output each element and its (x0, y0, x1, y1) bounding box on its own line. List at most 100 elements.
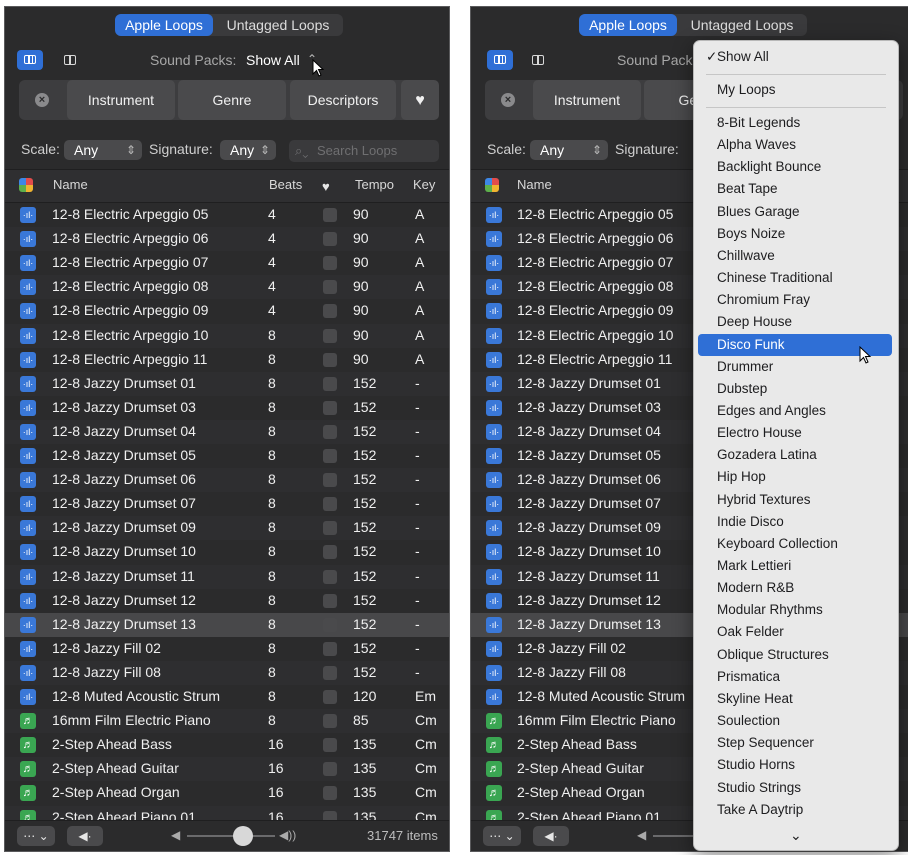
column-view-icon-button[interactable] (57, 50, 83, 70)
favorite-checkbox[interactable] (323, 424, 337, 439)
scale-popup[interactable]: Any ⇕ (64, 140, 142, 160)
table-row[interactable]: ·ıl· 12-8 Jazzy Drumset 05 8 152 - (5, 444, 449, 468)
favorite-checkbox[interactable] (323, 280, 337, 295)
table-row[interactable]: ·ıl· 12-8 Electric Arpeggio 09 4 90 A (5, 299, 449, 323)
menu-item-pack[interactable]: Modern R&B (698, 577, 892, 599)
table-row[interactable]: ·ıl· 12-8 Electric Arpeggio 08 4 90 A (5, 275, 449, 300)
favorite-checkbox[interactable] (323, 208, 337, 222)
favorite-checkbox[interactable] (323, 738, 337, 753)
favorite-checkbox[interactable] (323, 400, 337, 415)
menu-item-pack[interactable]: Modular Rhythms (698, 599, 892, 621)
menu-item-pack[interactable]: 8-Bit Legends (698, 112, 892, 134)
menu-item-pack[interactable]: Edges and Angles (698, 400, 892, 422)
menu-item-pack[interactable]: Backlight Bounce (698, 156, 892, 178)
menu-item-pack[interactable]: Skyline Heat (698, 688, 892, 710)
menu-item-pack[interactable]: Hybrid Textures (698, 489, 892, 511)
menu-item-pack[interactable]: Keyboard Collection (698, 533, 892, 555)
descriptors-filter-button[interactable]: Descriptors (290, 80, 396, 120)
more-options-button[interactable]: ⋯ ⌄ (17, 826, 55, 846)
menu-item-pack[interactable]: Chinese Traditional (698, 267, 892, 289)
menu-item-pack[interactable]: Studio Strings (698, 777, 892, 799)
instrument-filter-button[interactable]: Instrument (533, 80, 641, 120)
chevron-down-icon[interactable]: ⌄ (790, 827, 802, 844)
menu-item-pack[interactable]: Hip Hop (698, 466, 892, 488)
sound-packs-popup[interactable]: Show All (246, 52, 300, 68)
column-beats[interactable]: Beats (269, 177, 302, 192)
menu-item-pack[interactable]: Dubstep (698, 378, 892, 400)
reset-filters-icon[interactable]: × (501, 93, 515, 107)
preview-in-key-button[interactable]: ◀· (67, 826, 103, 846)
menu-item-pack[interactable]: Deep House (698, 311, 892, 333)
table-row[interactable]: ·ıl· 12-8 Electric Arpeggio 11 8 90 A (5, 348, 449, 372)
menu-item-pack[interactable]: Electro House (698, 422, 892, 444)
table-row[interactable]: ·ıl· 12-8 Muted Acoustic Strum 8 120 Em (5, 685, 449, 709)
button-view-icon-button[interactable] (17, 50, 43, 70)
favorite-checkbox[interactable] (323, 786, 337, 801)
favorite-checkbox[interactable] (323, 690, 337, 704)
table-row[interactable]: ·ıl· 12-8 Jazzy Drumset 07 8 152 - (5, 492, 449, 516)
table-row[interactable]: ·ıl· 12-8 Electric Arpeggio 07 4 90 A (5, 251, 449, 275)
search-input[interactable]: ⌕⌄ Search Loops (289, 140, 439, 162)
preview-in-key-button[interactable]: ◀· (533, 826, 569, 846)
genre-filter-button[interactable]: Genre (178, 80, 286, 120)
menu-item-pack[interactable]: Beat Tape (698, 178, 892, 200)
table-row[interactable]: ♬ 16mm Film Electric Piano 8 85 Cm (5, 709, 449, 734)
table-row[interactable]: ·ıl· 12-8 Jazzy Drumset 06 8 152 - (5, 468, 449, 493)
menu-item-pack[interactable]: Take A Daytrip (698, 799, 892, 821)
menu-item-pack[interactable]: Step Sequencer (698, 732, 892, 754)
table-row[interactable]: ♬ 2-Step Ahead Guitar 16 135 Cm (5, 757, 449, 782)
table-row[interactable]: ·ıl· 12-8 Electric Arpeggio 05 4 90 A (5, 203, 449, 227)
table-row[interactable]: ·ıl· 12-8 Jazzy Drumset 01 8 152 - (5, 371, 449, 396)
favorite-checkbox[interactable] (323, 593, 337, 608)
tab-apple-loops[interactable]: Apple Loops (115, 14, 213, 36)
menu-item-pack[interactable]: Soulection (698, 710, 892, 732)
tab-untagged-loops[interactable]: Untagged Loops (683, 14, 801, 36)
table-row[interactable]: ·ıl· 12-8 Jazzy Drumset 09 8 152 - (5, 516, 449, 541)
menu-item-show-all[interactable]: ✓ Show All (698, 46, 892, 68)
table-row[interactable]: ·ıl· 12-8 Jazzy Drumset 10 8 152 - (5, 540, 449, 564)
more-options-button[interactable]: ⋯ ⌄ (483, 826, 521, 846)
column-name[interactable]: Name (53, 177, 88, 192)
menu-item-pack[interactable]: Oblique Structures (698, 644, 892, 666)
column-tempo[interactable]: Tempo (355, 177, 394, 192)
favorite-checkbox[interactable] (323, 449, 337, 463)
favorite-column-heart-icon[interactable]: ♥ (322, 179, 330, 194)
favorite-checkbox[interactable] (323, 473, 337, 488)
scale-popup[interactable]: Any ⇕ (530, 140, 608, 160)
menu-item-pack[interactable]: Prismatica (698, 666, 892, 688)
favorite-checkbox[interactable] (323, 232, 337, 247)
favorites-filter-button[interactable]: ♥ (401, 80, 439, 120)
favorite-checkbox[interactable] (323, 376, 337, 391)
favorite-checkbox[interactable] (323, 545, 337, 560)
column-name[interactable]: Name (517, 177, 552, 192)
menu-item-pack[interactable]: Blues Garage (698, 201, 892, 223)
favorite-checkbox[interactable] (323, 328, 337, 343)
menu-item-pack[interactable]: Chillwave (698, 245, 892, 267)
favorite-checkbox[interactable] (323, 665, 337, 680)
favorite-checkbox[interactable] (323, 617, 337, 632)
table-row[interactable]: ·ıl· 12-8 Electric Arpeggio 06 4 90 A (5, 227, 449, 252)
column-view-icon-button[interactable] (525, 50, 551, 70)
favorite-checkbox[interactable] (323, 352, 337, 367)
tab-untagged-loops[interactable]: Untagged Loops (219, 14, 337, 36)
table-row[interactable]: ·ıl· 12-8 Jazzy Fill 08 8 152 - (5, 660, 449, 685)
favorite-checkbox[interactable] (323, 714, 337, 729)
menu-item-pack[interactable]: Oak Felder (698, 621, 892, 643)
table-row[interactable]: ·ıl· 12-8 Jazzy Drumset 13 8 152 - (5, 612, 449, 637)
table-row[interactable]: ·ıl· 12-8 Jazzy Drumset 11 8 152 - (5, 564, 449, 589)
instrument-filter-button[interactable]: Instrument (67, 80, 175, 120)
reset-filters-icon[interactable]: × (35, 93, 49, 107)
favorite-checkbox[interactable] (323, 569, 337, 584)
volume-slider-track[interactable] (653, 835, 693, 837)
menu-item-pack[interactable]: Indie Disco (698, 511, 892, 533)
table-row[interactable]: ·ıl· 12-8 Jazzy Drumset 12 8 152 - (5, 589, 449, 613)
volume-slider-knob[interactable] (233, 826, 253, 846)
volume-slider-track[interactable] (187, 835, 275, 837)
favorite-checkbox[interactable] (323, 256, 337, 271)
column-key[interactable]: Key (413, 177, 435, 192)
menu-item-pack[interactable]: Gozadera Latina (698, 444, 892, 466)
signature-popup[interactable]: Any ⇕ (220, 140, 276, 160)
menu-item-pack[interactable]: Chromium Fray (698, 289, 892, 311)
tab-apple-loops[interactable]: Apple Loops (579, 14, 677, 36)
table-row[interactable]: ·ıl· 12-8 Jazzy Fill 02 8 152 - (5, 637, 449, 661)
